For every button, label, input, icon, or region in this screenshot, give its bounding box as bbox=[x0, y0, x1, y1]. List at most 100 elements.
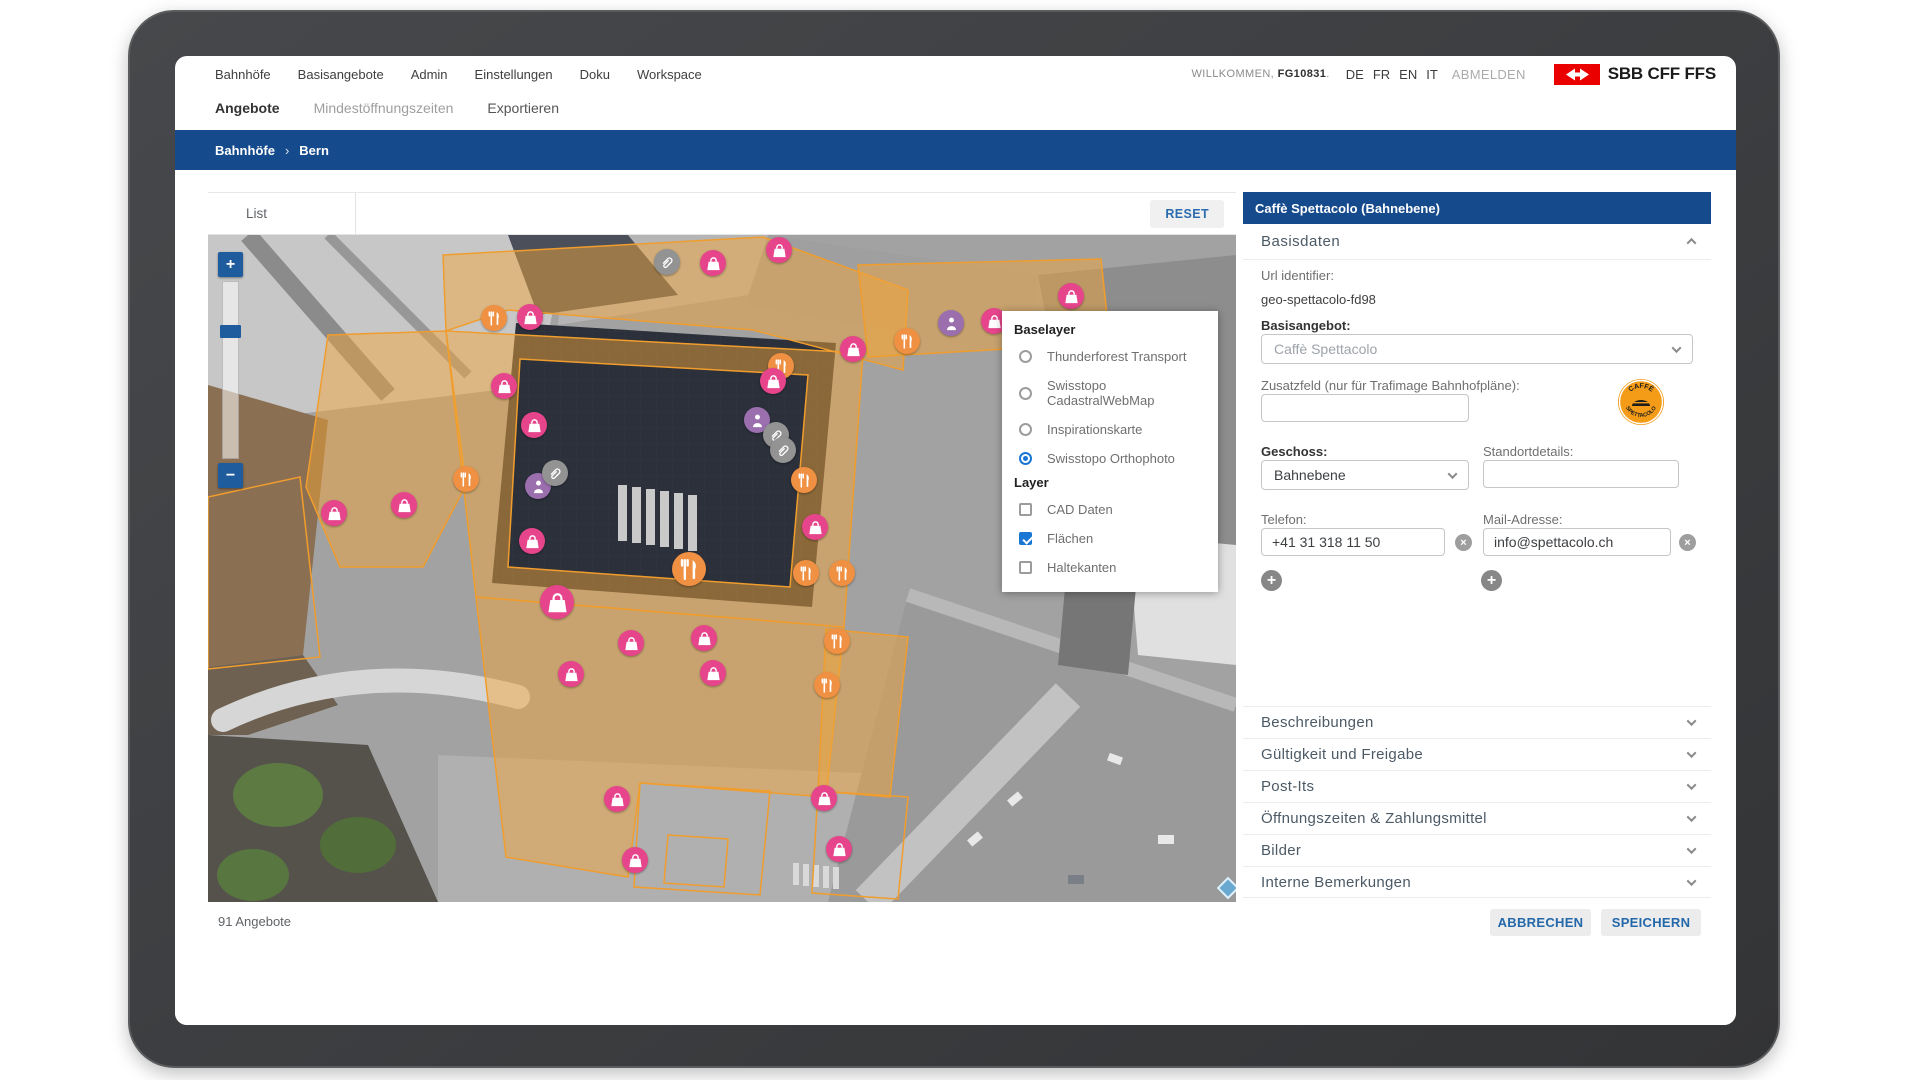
nav-item-admin[interactable]: Admin bbox=[411, 67, 448, 82]
tab-mindestoeffnungszeiten[interactable]: Mindestöffnungszeiten bbox=[314, 100, 454, 116]
panel-title: Caffè Spettacolo (Bahnebene) bbox=[1243, 192, 1711, 224]
section-bilder[interactable]: Bilder bbox=[1243, 834, 1711, 866]
telefon-input[interactable] bbox=[1261, 528, 1445, 556]
map-poi-shop-icon[interactable] bbox=[618, 630, 644, 656]
checkbox-icon[interactable] bbox=[1019, 532, 1032, 545]
option-label: Inspirationskarte bbox=[1047, 422, 1142, 437]
zoom-in-button[interactable]: + bbox=[218, 252, 243, 277]
map-poi-locker-icon[interactable] bbox=[770, 437, 796, 463]
map-poi-restaurant-icon[interactable] bbox=[894, 328, 920, 354]
map-poi-shop-icon[interactable] bbox=[519, 528, 545, 554]
map-poi-shop-icon[interactable] bbox=[558, 661, 584, 687]
section-gueltigkeit-und-freigabe[interactable]: Gültigkeit und Freigabe bbox=[1243, 738, 1711, 770]
mail-input[interactable] bbox=[1483, 528, 1671, 556]
map-poi-shop-icon[interactable] bbox=[540, 585, 574, 619]
baselayer-option-thunderforest[interactable]: Thunderforest Transport bbox=[1002, 342, 1218, 371]
map-poi-shop-icon[interactable] bbox=[760, 368, 786, 394]
map-poi-shop-icon[interactable] bbox=[321, 500, 347, 526]
radio-icon[interactable] bbox=[1019, 423, 1032, 436]
map-poi-shop-icon[interactable] bbox=[691, 625, 717, 651]
standortdetails-input[interactable] bbox=[1483, 460, 1679, 488]
baselayer-option-orthophoto[interactable]: Swisstopo Orthophoto bbox=[1002, 444, 1218, 473]
logout-link[interactable]: ABMELDEN bbox=[1452, 67, 1526, 82]
map-poi-shop-icon[interactable] bbox=[517, 304, 543, 330]
nav-item-doku[interactable]: Doku bbox=[580, 67, 610, 82]
layer-option-haltekanten[interactable]: Haltekanten bbox=[1002, 553, 1218, 582]
zoom-out-button[interactable]: − bbox=[218, 463, 243, 488]
layer-option-cad-daten[interactable]: CAD Daten bbox=[1002, 495, 1218, 524]
zoom-slider-handle[interactable] bbox=[220, 325, 241, 338]
telefon-label: Telefon: bbox=[1261, 512, 1307, 527]
map-poi-shop-icon[interactable] bbox=[811, 785, 837, 811]
map-poi-restaurant-icon[interactable] bbox=[481, 305, 507, 331]
section-label: Beschreibungen bbox=[1261, 714, 1374, 731]
save-button[interactable]: SPEICHERN bbox=[1601, 909, 1701, 936]
mail-label: Mail-Adresse: bbox=[1483, 512, 1562, 527]
map-poi-shop-icon[interactable] bbox=[391, 492, 417, 518]
section-label: Interne Bemerkungen bbox=[1261, 874, 1411, 891]
map-poi-shop-icon[interactable] bbox=[826, 836, 852, 862]
tab-angebote[interactable]: Angebote bbox=[215, 100, 280, 116]
map-poi-restaurant-icon[interactable] bbox=[814, 672, 840, 698]
basisangebot-select[interactable]: Caffè Spettacolo bbox=[1261, 334, 1693, 364]
radio-icon[interactable] bbox=[1019, 387, 1032, 400]
list-tab[interactable]: List bbox=[208, 193, 356, 234]
map-poi-locker-icon[interactable] bbox=[542, 460, 568, 486]
lang-en[interactable]: EN bbox=[1399, 67, 1417, 82]
map-poi-restaurant-icon[interactable] bbox=[672, 552, 706, 586]
add-telefon-button[interactable]: + bbox=[1261, 570, 1282, 591]
tab-exportieren[interactable]: Exportieren bbox=[487, 100, 559, 116]
map-poi-restaurant-icon[interactable] bbox=[453, 466, 479, 492]
baselayer-option-cadastral[interactable]: Swisstopo CadastralWebMap bbox=[1002, 371, 1218, 415]
map-poi-shop-icon[interactable] bbox=[700, 250, 726, 276]
map-poi-shop-icon[interactable] bbox=[766, 237, 792, 263]
nav-item-basisangebote[interactable]: Basisangebote bbox=[298, 67, 384, 82]
add-mail-button[interactable]: + bbox=[1481, 570, 1502, 591]
clear-mail-icon[interactable]: × bbox=[1679, 534, 1696, 551]
section-post-its[interactable]: Post-Its bbox=[1243, 770, 1711, 802]
map-poi-restaurant-icon[interactable] bbox=[793, 560, 819, 586]
section-beschreibungen[interactable]: Beschreibungen bbox=[1243, 706, 1711, 738]
baselayer-option-inspirationskarte[interactable]: Inspirationskarte bbox=[1002, 415, 1218, 444]
section-label: Bilder bbox=[1261, 842, 1301, 859]
checkbox-icon[interactable] bbox=[1019, 561, 1032, 574]
map-poi-restaurant-icon[interactable] bbox=[791, 467, 817, 493]
map-poi-shop-icon[interactable] bbox=[1058, 283, 1084, 309]
nav-item-workspace[interactable]: Workspace bbox=[637, 67, 702, 82]
layer-option-flaechen[interactable]: Flächen bbox=[1002, 524, 1218, 553]
nav-item-einstellungen[interactable]: Einstellungen bbox=[475, 67, 553, 82]
map-area[interactable]: + − Baselayer Thunderforest Transport bbox=[208, 235, 1236, 902]
section-label: Gültigkeit und Freigabe bbox=[1261, 746, 1423, 763]
map-poi-shop-icon[interactable] bbox=[521, 412, 547, 438]
username: FG10831 bbox=[1278, 68, 1327, 80]
zoom-slider-track[interactable] bbox=[222, 281, 239, 459]
map-poi-shop-icon[interactable] bbox=[700, 660, 726, 686]
sbb-flag-icon bbox=[1554, 64, 1600, 85]
radio-icon[interactable] bbox=[1019, 452, 1032, 465]
map-poi-restaurant-icon[interactable] bbox=[829, 560, 855, 586]
section-basisdaten[interactable]: Basisdaten bbox=[1243, 230, 1711, 260]
map-poi-locker-icon[interactable] bbox=[654, 249, 680, 275]
geschoss-select[interactable]: Bahnebene bbox=[1261, 460, 1469, 490]
lang-it[interactable]: IT bbox=[1426, 67, 1438, 82]
radio-icon[interactable] bbox=[1019, 350, 1032, 363]
map-poi-shop-icon[interactable] bbox=[840, 336, 866, 362]
map-poi-shop-icon[interactable] bbox=[622, 847, 648, 873]
section-oeffnungszeiten-zahlungsmittel[interactable]: Öffnungszeiten & Zahlungsmittel bbox=[1243, 802, 1711, 834]
checkbox-icon[interactable] bbox=[1019, 503, 1032, 516]
map-poi-shop-icon[interactable] bbox=[802, 514, 828, 540]
clear-telefon-icon[interactable]: × bbox=[1455, 534, 1472, 551]
reset-button[interactable]: RESET bbox=[1150, 200, 1224, 228]
nav-item-bahnhoefe[interactable]: Bahnhöfe bbox=[215, 67, 271, 82]
cancel-button[interactable]: ABBRECHEN bbox=[1490, 909, 1591, 936]
map-poi-shop-icon[interactable] bbox=[491, 373, 517, 399]
map-poi-restaurant-icon[interactable] bbox=[824, 628, 850, 654]
url-identifier-label: Url identifier: bbox=[1261, 268, 1334, 283]
map-poi-service-icon[interactable] bbox=[938, 310, 964, 336]
lang-de[interactable]: DE bbox=[1346, 67, 1364, 82]
section-interne-bemerkungen[interactable]: Interne Bemerkungen bbox=[1243, 866, 1711, 898]
lang-fr[interactable]: FR bbox=[1373, 67, 1390, 82]
zusatzfeld-input[interactable] bbox=[1261, 394, 1469, 422]
breadcrumb-bahnhoefe[interactable]: Bahnhöfe bbox=[215, 143, 275, 158]
map-poi-shop-icon[interactable] bbox=[604, 786, 630, 812]
